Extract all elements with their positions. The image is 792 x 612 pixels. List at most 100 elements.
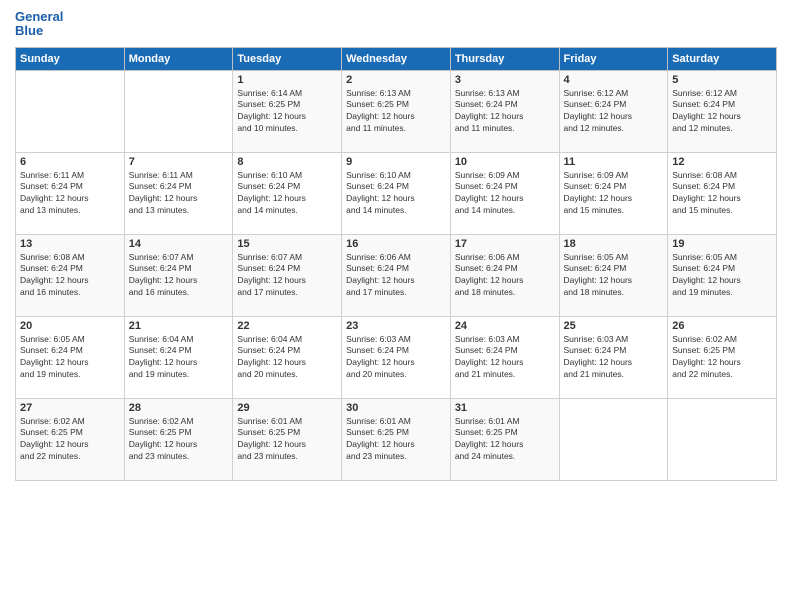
day-number: 16 bbox=[346, 238, 446, 250]
day-cell: 30 Sunrise: 6:01 AM Sunset: 6:25 PM Dayli… bbox=[342, 398, 451, 480]
day-cell: 26 Sunrise: 6:02 AM Sunset: 6:25 PM Dayli… bbox=[668, 316, 777, 398]
day-number: 29 bbox=[237, 402, 337, 414]
day-cell bbox=[124, 70, 233, 152]
day-info: Sunrise: 6:04 AM Sunset: 6:24 PM Dayligh… bbox=[237, 334, 337, 382]
day-info: Sunrise: 6:05 AM Sunset: 6:24 PM Dayligh… bbox=[564, 252, 664, 300]
col-header-saturday: Saturday bbox=[668, 47, 777, 70]
day-info: Sunrise: 6:06 AM Sunset: 6:24 PM Dayligh… bbox=[346, 252, 446, 300]
day-cell: 14 Sunrise: 6:07 AM Sunset: 6:24 PM Dayli… bbox=[124, 234, 233, 316]
day-cell: 7Sunrise: 6:11 AM Sunset: 6:24 PM Daylig… bbox=[124, 152, 233, 234]
day-cell: 20 Sunrise: 6:05 AM Sunset: 6:24 PM Dayli… bbox=[16, 316, 125, 398]
col-header-wednesday: Wednesday bbox=[342, 47, 451, 70]
day-info: Sunrise: 6:10 AM Sunset: 6:24 PM Dayligh… bbox=[346, 170, 446, 218]
day-info: Sunrise: 6:10 AM Sunset: 6:24 PM Dayligh… bbox=[237, 170, 337, 218]
day-cell: 12Sunrise: 6:08 AM Sunset: 6:24 PM Dayli… bbox=[668, 152, 777, 234]
day-cell: 28 Sunrise: 6:02 AM Sunset: 6:25 PM Dayli… bbox=[124, 398, 233, 480]
day-cell: 13 Sunrise: 6:08 AM Sunset: 6:24 PM Dayli… bbox=[16, 234, 125, 316]
day-cell: 10Sunrise: 6:09 AM Sunset: 6:24 PM Dayli… bbox=[450, 152, 559, 234]
day-info: Sunrise: 6:07 AM Sunset: 6:24 PM Dayligh… bbox=[129, 252, 229, 300]
day-cell: 19Sunrise: 6:05 AM Sunset: 6:24 PM Dayli… bbox=[668, 234, 777, 316]
day-info: Sunrise: 6:01 AM Sunset: 6:25 PM Dayligh… bbox=[455, 416, 555, 464]
day-info: Sunrise: 6:14 AM Sunset: 6:25 PM Dayligh… bbox=[237, 88, 337, 136]
day-cell: 9 Sunrise: 6:10 AM Sunset: 6:24 PM Daylig… bbox=[342, 152, 451, 234]
day-cell: 8 Sunrise: 6:10 AM Sunset: 6:24 PM Daylig… bbox=[233, 152, 342, 234]
day-cell: 25 Sunrise: 6:03 AM Sunset: 6:24 PM Dayli… bbox=[559, 316, 668, 398]
week-row-4: 20 Sunrise: 6:05 AM Sunset: 6:24 PM Dayli… bbox=[16, 316, 777, 398]
day-cell: 4Sunrise: 6:12 AM Sunset: 6:24 PM Daylig… bbox=[559, 70, 668, 152]
day-number: 3 bbox=[455, 74, 555, 86]
calendar-table: SundayMondayTuesdayWednesdayThursdayFrid… bbox=[15, 47, 777, 481]
day-info: Sunrise: 6:07 AM Sunset: 6:24 PM Dayligh… bbox=[237, 252, 337, 300]
day-number: 6 bbox=[20, 156, 120, 168]
day-number: 14 bbox=[129, 238, 229, 250]
day-number: 11 bbox=[564, 156, 664, 168]
day-number: 23 bbox=[346, 320, 446, 332]
day-info: Sunrise: 6:02 AM Sunset: 6:25 PM Dayligh… bbox=[129, 416, 229, 464]
day-cell: 5 Sunrise: 6:12 AM Sunset: 6:24 PM Daylig… bbox=[668, 70, 777, 152]
day-info: Sunrise: 6:05 AM Sunset: 6:24 PM Dayligh… bbox=[20, 334, 120, 382]
day-cell: 15 Sunrise: 6:07 AM Sunset: 6:24 PM Dayli… bbox=[233, 234, 342, 316]
day-number: 25 bbox=[564, 320, 664, 332]
day-cell: 21 Sunrise: 6:04 AM Sunset: 6:24 PM Dayli… bbox=[124, 316, 233, 398]
day-info: Sunrise: 6:09 AM Sunset: 6:24 PM Dayligh… bbox=[564, 170, 664, 218]
day-info: Sunrise: 6:12 AM Sunset: 6:24 PM Dayligh… bbox=[672, 88, 772, 136]
logo-line2: Blue bbox=[15, 24, 63, 38]
day-info: Sunrise: 6:01 AM Sunset: 6:25 PM Dayligh… bbox=[346, 416, 446, 464]
day-number: 9 bbox=[346, 156, 446, 168]
day-number: 20 bbox=[20, 320, 120, 332]
day-number: 31 bbox=[455, 402, 555, 414]
day-number: 13 bbox=[20, 238, 120, 250]
week-row-5: 27 Sunrise: 6:02 AM Sunset: 6:25 PM Dayli… bbox=[16, 398, 777, 480]
week-row-1: 1 Sunrise: 6:14 AM Sunset: 6:25 PM Daylig… bbox=[16, 70, 777, 152]
day-number: 10 bbox=[455, 156, 555, 168]
day-number: 30 bbox=[346, 402, 446, 414]
day-number: 2 bbox=[346, 74, 446, 86]
week-row-2: 6 Sunrise: 6:11 AM Sunset: 6:24 PM Daylig… bbox=[16, 152, 777, 234]
day-number: 15 bbox=[237, 238, 337, 250]
page: General Blue General Blue SundayMondayTu… bbox=[0, 0, 792, 612]
day-info: Sunrise: 6:13 AM Sunset: 6:25 PM Dayligh… bbox=[346, 88, 446, 136]
day-cell: 22 Sunrise: 6:04 AM Sunset: 6:24 PM Dayli… bbox=[233, 316, 342, 398]
day-info: Sunrise: 6:03 AM Sunset: 6:24 PM Dayligh… bbox=[346, 334, 446, 382]
day-cell: 31 Sunrise: 6:01 AM Sunset: 6:25 PM Dayli… bbox=[450, 398, 559, 480]
day-cell: 27 Sunrise: 6:02 AM Sunset: 6:25 PM Dayli… bbox=[16, 398, 125, 480]
day-number: 5 bbox=[672, 74, 772, 86]
day-info: Sunrise: 6:06 AM Sunset: 6:24 PM Dayligh… bbox=[455, 252, 555, 300]
day-number: 22 bbox=[237, 320, 337, 332]
day-cell: 16 Sunrise: 6:06 AM Sunset: 6:24 PM Dayli… bbox=[342, 234, 451, 316]
day-number: 27 bbox=[20, 402, 120, 414]
day-number: 8 bbox=[237, 156, 337, 168]
day-number: 7 bbox=[129, 156, 229, 168]
col-header-sunday: Sunday bbox=[16, 47, 125, 70]
day-info: Sunrise: 6:02 AM Sunset: 6:25 PM Dayligh… bbox=[672, 334, 772, 382]
day-info: Sunrise: 6:04 AM Sunset: 6:24 PM Dayligh… bbox=[129, 334, 229, 382]
week-row-3: 13 Sunrise: 6:08 AM Sunset: 6:24 PM Dayli… bbox=[16, 234, 777, 316]
day-number: 21 bbox=[129, 320, 229, 332]
day-cell bbox=[668, 398, 777, 480]
header-row: SundayMondayTuesdayWednesdayThursdayFrid… bbox=[16, 47, 777, 70]
day-info: Sunrise: 6:05 AM Sunset: 6:24 PM Dayligh… bbox=[672, 252, 772, 300]
logo: General Blue General Blue bbox=[15, 10, 63, 39]
day-cell: 23 Sunrise: 6:03 AM Sunset: 6:24 PM Dayli… bbox=[342, 316, 451, 398]
day-number: 28 bbox=[129, 402, 229, 414]
day-info: Sunrise: 6:12 AM Sunset: 6:24 PM Dayligh… bbox=[564, 88, 664, 136]
day-info: Sunrise: 6:11 AM Sunset: 6:24 PM Dayligh… bbox=[20, 170, 120, 218]
day-number: 1 bbox=[237, 74, 337, 86]
day-info: Sunrise: 6:01 AM Sunset: 6:25 PM Dayligh… bbox=[237, 416, 337, 464]
col-header-monday: Monday bbox=[124, 47, 233, 70]
day-cell: 3Sunrise: 6:13 AM Sunset: 6:24 PM Daylig… bbox=[450, 70, 559, 152]
day-info: Sunrise: 6:08 AM Sunset: 6:24 PM Dayligh… bbox=[20, 252, 120, 300]
col-header-thursday: Thursday bbox=[450, 47, 559, 70]
day-number: 18 bbox=[564, 238, 664, 250]
day-info: Sunrise: 6:03 AM Sunset: 6:24 PM Dayligh… bbox=[564, 334, 664, 382]
day-cell: 17Sunrise: 6:06 AM Sunset: 6:24 PM Dayli… bbox=[450, 234, 559, 316]
day-cell: 2 Sunrise: 6:13 AM Sunset: 6:25 PM Daylig… bbox=[342, 70, 451, 152]
day-cell bbox=[16, 70, 125, 152]
day-number: 24 bbox=[455, 320, 555, 332]
day-cell: 29 Sunrise: 6:01 AM Sunset: 6:25 PM Dayli… bbox=[233, 398, 342, 480]
day-number: 26 bbox=[672, 320, 772, 332]
day-cell bbox=[559, 398, 668, 480]
day-cell: 1 Sunrise: 6:14 AM Sunset: 6:25 PM Daylig… bbox=[233, 70, 342, 152]
day-info: Sunrise: 6:02 AM Sunset: 6:25 PM Dayligh… bbox=[20, 416, 120, 464]
day-info: Sunrise: 6:08 AM Sunset: 6:24 PM Dayligh… bbox=[672, 170, 772, 218]
